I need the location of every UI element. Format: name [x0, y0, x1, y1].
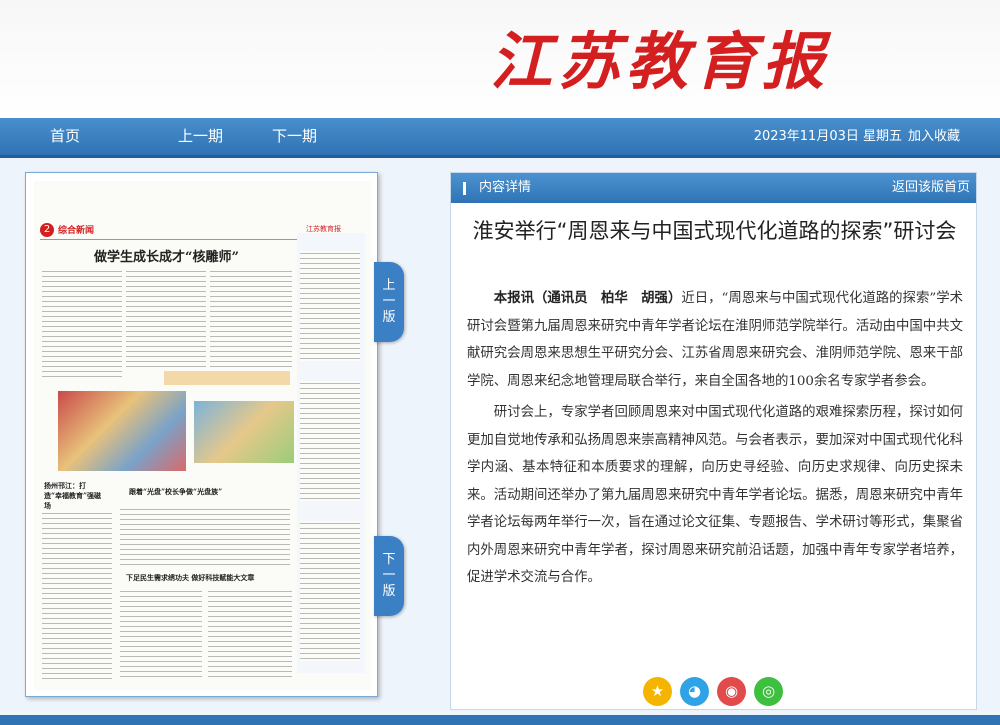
next-page-tab[interactable]: 下 一 版: [374, 536, 404, 616]
page-banner: [164, 371, 290, 385]
page-section-label: 综合新闻: [58, 226, 95, 236]
share-favorite-icon[interactable]: ★: [643, 677, 672, 706]
share-weibo-icon[interactable]: ◉: [717, 677, 746, 706]
page-text-block: [42, 511, 112, 681]
prev-page-tab-char: 上: [382, 278, 396, 293]
article-panel-title: 内容详情: [479, 180, 532, 195]
page-photo: [58, 391, 186, 471]
article-paragraph: 本报讯（通讯员 柏华 胡强）近日，“周恩来与中国式现代化道路的探索”学术研讨会暨…: [467, 285, 963, 395]
next-page-tab-char: 版: [382, 584, 396, 599]
back-to-page-link[interactable]: 返回该版首页: [892, 173, 970, 203]
next-page-tab-char: 一: [382, 568, 396, 583]
top-nav-bar: 首页 上一期 下一期 2023年11月03日 星期五 加入收藏: [0, 118, 1000, 158]
page-text-block: [120, 589, 202, 681]
nav-home-link[interactable]: 首页: [50, 118, 80, 155]
page-text-block: [300, 521, 360, 661]
article-panel: 内容详情 返回该版首页 淮安举行“周恩来与中国式现代化道路的探索”研讨会 本报讯…: [450, 172, 977, 710]
page-sub-headline-mid[interactable]: 跟着“光盘”校长争做“光盘族”: [129, 487, 289, 497]
page-sub-headline-left[interactable]: 扬州邗江：打造“幸福教育”强磁场: [44, 481, 104, 511]
page-text-block: [208, 589, 292, 681]
article-paragraph: 研讨会上，专家学者回顾周恩来对中国式现代化道路的艰难探索历程，探讨如何更加自觉地…: [467, 405, 963, 585]
article-title: 淮安举行“周恩来与中国式现代化道路的探索”研讨会: [472, 219, 957, 243]
masthead: 江苏教育报: [0, 0, 1000, 118]
issue-date: 2023年11月03日 星期五: [753, 129, 902, 144]
prev-page-tab-char: 版: [382, 310, 396, 325]
page-number-badge: 2: [40, 223, 54, 237]
header-accent-bar: [463, 182, 466, 195]
add-favorite-link[interactable]: 加入收藏: [908, 118, 960, 155]
prev-page-tab-char: 一: [382, 294, 396, 309]
article-panel-header: 内容详情 返回该版首页: [451, 173, 976, 203]
share-wechat-icon[interactable]: ◎: [754, 677, 783, 706]
nav-prev-issue-link[interactable]: 上一期: [178, 118, 223, 155]
page-text-block: [126, 269, 206, 369]
page-text-block: [300, 381, 360, 501]
next-page-tab-char: 下: [382, 552, 396, 567]
newspaper-logo[interactable]: 江苏教育报: [490, 22, 870, 102]
page-text-block: [210, 269, 292, 369]
share-qq-icon[interactable]: ◕: [680, 677, 709, 706]
page-sub-headline-bottom[interactable]: 下足民生需求绣功夫 做好科技赋能大文章: [126, 573, 294, 583]
page-photo: [194, 401, 294, 463]
page-text-block: [300, 251, 360, 361]
page-text-block: [120, 507, 290, 567]
article-body: 本报讯（通讯员 柏华 胡强）近日，“周恩来与中国式现代化道路的探索”学术研讨会暨…: [467, 285, 963, 596]
newspaper-page-image: 2 综合新闻 江苏教育报 做学生成长成才“核雕师” 扬州邗江：打造“幸福教育”强…: [34, 181, 371, 690]
newspaper-page-thumbnail[interactable]: 2 综合新闻 江苏教育报 做学生成长成才“核雕师” 扬州邗江：打造“幸福教育”强…: [25, 172, 378, 697]
bottom-bar: [0, 715, 1000, 725]
page-main-headline[interactable]: 做学生成长成才“核雕师”: [94, 246, 239, 265]
article-lead: 本报讯（通讯员 柏华 胡强）: [493, 290, 682, 306]
nav-next-issue-link[interactable]: 下一期: [272, 118, 317, 155]
prev-page-tab[interactable]: 上 一 版: [374, 262, 404, 342]
page-text-block: [42, 269, 122, 379]
